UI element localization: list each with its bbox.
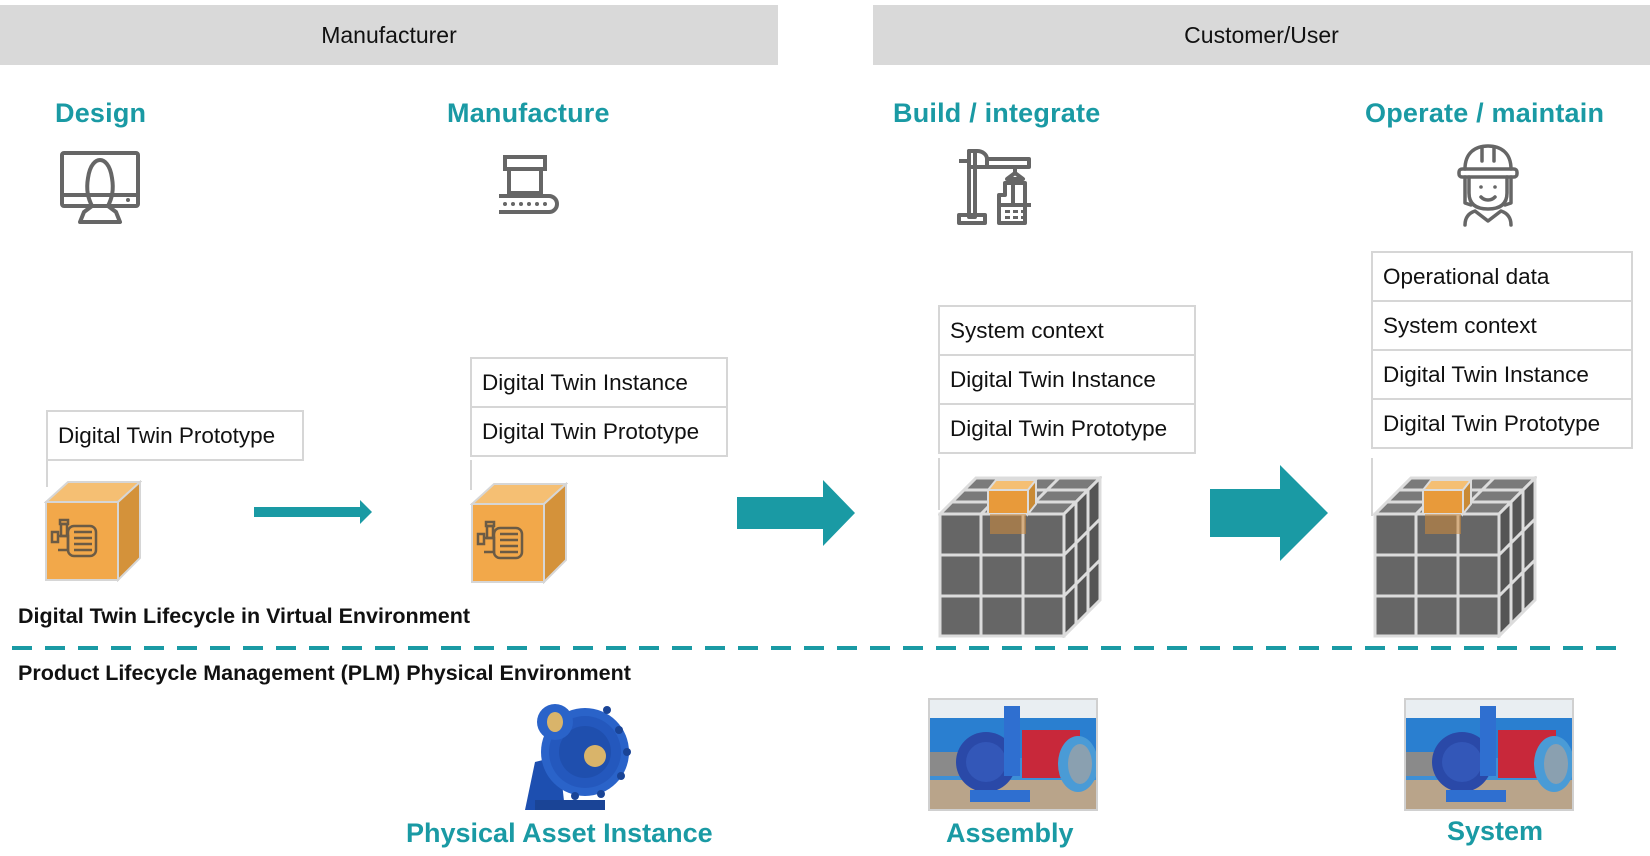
crane-building-icon [957, 149, 1031, 225]
small-arrow-design-to-manufacture [254, 500, 372, 524]
layer-digital-twin-prototype: Digital Twin Prototype [1371, 398, 1633, 449]
system-label: System [1447, 816, 1544, 846]
manufacturer-band: Manufacturer [0, 5, 778, 65]
designer-at-monitor-icon [60, 151, 140, 224]
design-layer-stack: Digital Twin Prototype [46, 410, 304, 461]
operate-layer-stack: Operational data System context Digital … [1371, 251, 1633, 449]
instance-pump-cube [470, 482, 568, 584]
female-worker-hardhat-icon [1457, 144, 1519, 227]
system-photo [1404, 698, 1574, 811]
customer-label: Customer/User [1184, 21, 1339, 48]
physical-pump-image [525, 704, 631, 810]
manufacture-layer-stack: Digital Twin Instance Digital Twin Proto… [470, 357, 728, 457]
assembly-label: Assembly [946, 818, 1074, 848]
layer-digital-twin-instance: Digital Twin Instance [470, 357, 728, 408]
layer-digital-twin-instance: Digital Twin Instance [938, 354, 1196, 405]
layer-system-context: System context [1371, 300, 1633, 351]
assembly-pump-image [930, 700, 1096, 809]
system-pump-image [1406, 700, 1572, 809]
build-layer-stack: System context Digital Twin Instance Dig… [938, 305, 1196, 454]
arrow-build-to-operate [1210, 465, 1328, 561]
phase-operate-title: Operate / maintain [1365, 98, 1605, 128]
phase-design-title: Design [55, 98, 147, 128]
assembly-photo [928, 698, 1098, 811]
physical-environment-caption: Product Lifecycle Management (PLM) Physi… [18, 661, 631, 685]
operational-grid-cube [1373, 476, 1537, 638]
layer-digital-twin-instance: Digital Twin Instance [1371, 349, 1633, 400]
prototype-pump-cube [44, 480, 142, 582]
layer-digital-twin-prototype: Digital Twin Prototype [938, 403, 1196, 454]
arrow-manufacture-to-build [737, 480, 855, 546]
layer-system-context: System context [938, 305, 1196, 356]
conveyor-production-icon [499, 155, 559, 214]
physical-asset-instance-label: Physical Asset Instance [406, 818, 713, 848]
customer-band: Customer/User [873, 5, 1650, 65]
phase-build-title: Build / integrate [893, 98, 1101, 128]
system-grid-cube [938, 476, 1102, 638]
virtual-physical-divider [12, 646, 1620, 650]
layer-operational-data: Operational data [1371, 251, 1633, 302]
manufacturer-label: Manufacturer [321, 21, 457, 48]
phase-manufacture-title: Manufacture [447, 98, 610, 128]
virtual-environment-caption: Digital Twin Lifecycle in Virtual Enviro… [18, 604, 470, 628]
layer-digital-twin-prototype: Digital Twin Prototype [470, 406, 728, 457]
layer-digital-twin-prototype: Digital Twin Prototype [46, 410, 304, 461]
